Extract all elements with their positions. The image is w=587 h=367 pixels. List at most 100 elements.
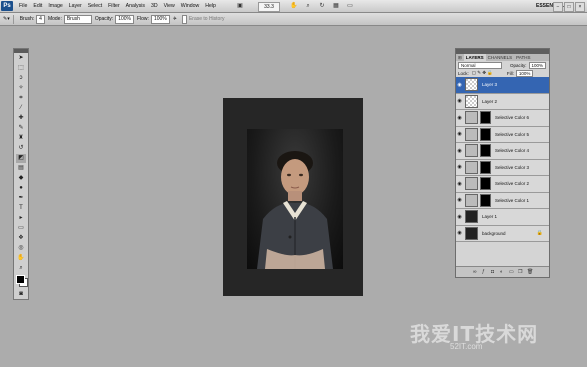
visibility-eye-icon[interactable]: ◉	[456, 148, 463, 154]
visibility-eye-icon[interactable]: ◉	[456, 131, 463, 137]
visibility-eye-icon[interactable]: ◉	[456, 115, 463, 121]
visibility-eye-icon[interactable]: ◉	[456, 181, 463, 187]
brush-size-picker[interactable]: 4	[36, 14, 45, 24]
airbrush-icon[interactable]: ✈	[173, 16, 177, 22]
shape-tool-icon[interactable]: ▭	[16, 224, 26, 233]
3d-orbit-tool-icon[interactable]: ◎	[16, 244, 26, 253]
flow-input[interactable]: 100%	[150, 14, 170, 24]
menu-help[interactable]: Help	[202, 0, 219, 12]
crop-tool-icon[interactable]: ⌗	[16, 94, 26, 103]
layer-name: Selective Color 6	[495, 115, 530, 121]
new-group-icon[interactable]: ▭	[509, 269, 514, 275]
blend-mode-select[interactable]: Normal	[458, 61, 502, 69]
visibility-eye-icon[interactable]: ◉	[456, 214, 463, 220]
tab-paths[interactable]: PATHS	[514, 54, 532, 61]
layer-row-selective-color-6[interactable]: ◉ Selective Color 6	[456, 110, 549, 127]
bridge-icon[interactable]: ▣	[236, 2, 244, 10]
blur-tool-icon[interactable]: ◆	[16, 174, 26, 183]
delete-layer-icon[interactable]: 🗑	[527, 269, 533, 275]
adjustment-icon	[465, 193, 478, 207]
visibility-eye-icon[interactable]: ◉	[456, 82, 463, 88]
layer-style-icon[interactable]: ƒ	[482, 269, 487, 275]
toolbox-header[interactable]	[14, 49, 28, 53]
pen-tool-icon[interactable]: ✒	[16, 194, 26, 203]
layer-row-layer-1[interactable]: ◉ Layer 1	[456, 209, 549, 226]
layer-name: Selective Color 3	[495, 164, 530, 170]
menu-layer[interactable]: Layer	[66, 0, 85, 12]
link-layers-icon[interactable]: ∞	[473, 269, 478, 275]
panel-tab-mini[interactable]: ⊞	[456, 54, 464, 61]
adjustment-layer-icon[interactable]: ◐	[500, 269, 505, 275]
3d-rotate-tool-icon[interactable]: ❖	[16, 234, 26, 243]
menu-view[interactable]: View	[161, 0, 178, 12]
zoom-tool-icon[interactable]: ⌕	[16, 264, 26, 273]
eraser-tool-icon[interactable]: ◩	[16, 154, 26, 163]
maximize-icon[interactable]: □	[564, 2, 574, 12]
toolbox: ➤ ⬚ ↄ ✧ ⌗ ⁄ ✚ ✎ ♜ ↺ ◩ ▤ ◆ ● ✒ T ▸ ▭ ❖ ◎ …	[13, 48, 29, 300]
layer-row-layer-2[interactable]: ◉ Layer 2	[456, 93, 549, 110]
visibility-eye-icon[interactable]: ◉	[456, 197, 463, 203]
layer-opacity-label: Opacity:	[510, 62, 527, 68]
mode-select[interactable]: Brush	[63, 14, 92, 24]
window-controls: − □ ×	[553, 2, 585, 12]
menu-filter[interactable]: Filter	[105, 0, 123, 12]
layer-row-selective-color-2[interactable]: ◉ Selective Color 2	[456, 176, 549, 193]
fill-input[interactable]: 100%	[515, 69, 534, 77]
move-tool-icon[interactable]: ➤	[16, 54, 26, 63]
quick-mask-icon[interactable]: ◙	[16, 290, 26, 299]
lasso-tool-icon[interactable]: ↄ	[16, 74, 26, 83]
healing-brush-tool-icon[interactable]: ✚	[16, 114, 26, 123]
lock-row: Lock: ▢ ✎ ✥ 🔒 Fill: 100%	[456, 69, 549, 77]
zoom-tool-icon[interactable]: ⌕	[304, 2, 312, 10]
history-brush-tool-icon[interactable]: ↺	[16, 144, 26, 153]
tab-channels[interactable]: CHANNELS	[486, 54, 515, 61]
lock-icon: 🔒	[536, 230, 543, 237]
dodge-tool-icon[interactable]: ●	[16, 184, 26, 193]
quick-selection-tool-icon[interactable]: ✧	[16, 84, 26, 93]
layer-opacity-input[interactable]: 100%	[528, 61, 547, 69]
layers-panel-footer: ∞ ƒ ◘ ◐ ▭ ❐ 🗑	[456, 266, 549, 277]
close-icon[interactable]: ×	[575, 2, 585, 12]
layer-row-selective-color-1[interactable]: ◉ Selective Color 1	[456, 192, 549, 209]
menu-image[interactable]: Image	[45, 0, 65, 12]
clone-stamp-tool-icon[interactable]: ♜	[16, 134, 26, 143]
layer-row-selective-color-4[interactable]: ◉ Selective Color 4	[456, 143, 549, 160]
hand-tool-icon[interactable]: ✋	[290, 2, 298, 10]
menu-edit[interactable]: Edit	[30, 0, 45, 12]
menu-select[interactable]: Select	[85, 0, 105, 12]
path-selection-tool-icon[interactable]: ▸	[16, 214, 26, 223]
minimize-icon[interactable]: −	[553, 2, 563, 12]
tab-layers[interactable]: LAYERS	[463, 54, 486, 61]
new-layer-icon[interactable]: ❐	[518, 269, 523, 275]
arrange-documents-icon[interactable]: ▦	[332, 2, 340, 10]
menu-window[interactable]: Window	[178, 0, 202, 12]
erase-history-checkbox[interactable]	[181, 14, 187, 24]
layer-row-background[interactable]: ◉ background 🔒	[456, 225, 549, 242]
eraser-tool-icon[interactable]: ✎▾	[3, 16, 10, 22]
type-tool-icon[interactable]: T	[16, 204, 26, 213]
add-mask-icon[interactable]: ◘	[491, 269, 496, 275]
brush-tool-icon[interactable]: ✎	[16, 124, 26, 133]
zoom-level[interactable]: 33.3	[258, 2, 280, 12]
screen-mode-icon[interactable]: ▭	[346, 2, 354, 10]
layer-row-selective-color-5[interactable]: ◉ Selective Color 5	[456, 126, 549, 143]
rotate-view-icon[interactable]: ↻	[318, 2, 326, 10]
visibility-eye-icon[interactable]: ◉	[456, 164, 463, 170]
menu-3d[interactable]: 3D	[148, 0, 161, 12]
document-canvas[interactable]	[223, 98, 363, 296]
gradient-tool-icon[interactable]: ▤	[16, 164, 26, 173]
opacity-input[interactable]: 100%	[115, 14, 134, 24]
marquee-tool-icon[interactable]: ⬚	[16, 64, 26, 73]
lock-icons[interactable]: ▢ ✎ ✥ 🔒	[472, 70, 493, 76]
foreground-color-swatch[interactable]	[16, 275, 25, 284]
menu-analysis[interactable]: Analysis	[123, 0, 148, 12]
eyedropper-tool-icon[interactable]: ⁄	[16, 104, 26, 113]
visibility-eye-icon[interactable]: ◉	[456, 98, 463, 104]
layer-row-selective-color-3[interactable]: ◉ Selective Color 3	[456, 159, 549, 176]
visibility-eye-icon[interactable]: ◉	[456, 230, 463, 236]
layer-row-layer-3[interactable]: ◉ Layer 3	[456, 77, 549, 94]
menu-file[interactable]: File	[16, 0, 30, 12]
layer-mask-thumbnail	[480, 144, 491, 158]
hand-tool-icon[interactable]: ✋	[16, 254, 26, 263]
layer-mask-thumbnail	[480, 127, 491, 141]
